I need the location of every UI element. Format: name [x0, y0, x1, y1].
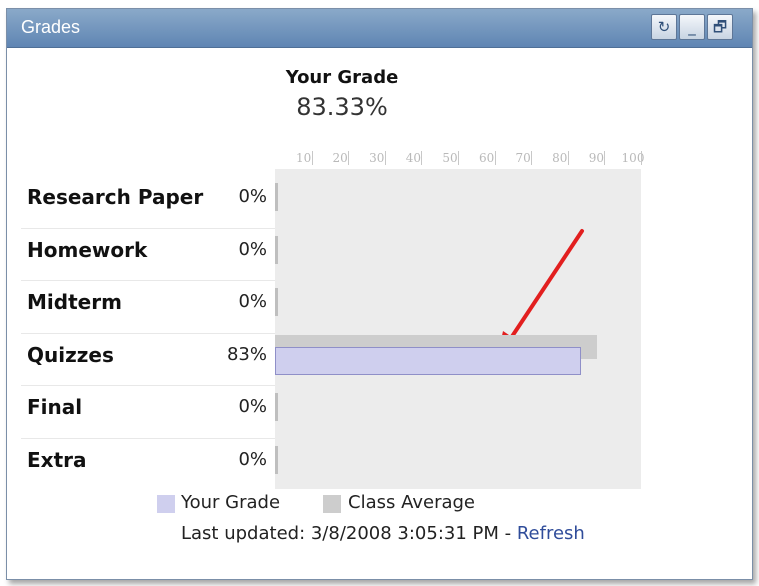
x-tick-mark — [531, 151, 533, 165]
x-tick-mark — [567, 151, 569, 165]
x-tick-mark — [641, 151, 642, 165]
bar-baseline — [275, 445, 278, 474]
row-separator — [21, 280, 275, 281]
x-tick-label: 60 — [478, 151, 495, 165]
category-percent: 0% — [238, 186, 267, 207]
x-tick-mark — [348, 151, 350, 165]
legend-label-class-average: Class Average — [348, 492, 475, 513]
x-tick-mark — [494, 151, 496, 165]
category-percent: 0% — [238, 396, 267, 417]
x-tick-label: 50 — [442, 151, 458, 165]
category-label: Final — [27, 395, 83, 419]
category-percent: 83% — [226, 343, 267, 365]
row-separator — [21, 227, 275, 229]
x-tick-mark — [421, 151, 423, 165]
legend-swatch-class-average — [323, 495, 341, 513]
x-tick-mark — [311, 151, 313, 165]
row-separator — [21, 437, 275, 439]
bar-your-grade — [275, 346, 581, 375]
category-label: Homework — [27, 237, 148, 262]
category-percent: 0% — [238, 291, 267, 312]
x-tick-label: 70 — [515, 151, 531, 165]
x-tick-mark — [604, 151, 606, 165]
legend-label-your-grade: Your Grade — [181, 492, 281, 513]
last-updated-text: Last updated: 3/8/2008 3:05:31 PM - — [181, 523, 517, 544]
category-percent: 0% — [238, 238, 267, 260]
bar-baseline — [275, 235, 278, 264]
x-tick-label: 10 — [295, 151, 312, 165]
red-arrow — [505, 229, 584, 346]
row-separator — [21, 332, 275, 334]
category-label: Quizzes — [27, 342, 114, 367]
category-label: Research Paper — [27, 185, 204, 209]
legend-swatch-your-grade — [157, 495, 175, 513]
category-label: Extra — [27, 447, 87, 472]
bar-baseline — [275, 393, 278, 421]
row-separator — [21, 385, 275, 386]
x-tick-mark — [384, 151, 386, 165]
grades-widget: Grades ↻ _ 🗗 Your Grade 83.33% Your Grad… — [6, 8, 753, 580]
bar-baseline — [275, 288, 278, 316]
x-tick-label: 90 — [588, 151, 605, 165]
refresh-link[interactable]: Refresh — [517, 523, 585, 544]
bar-baseline — [275, 183, 278, 211]
category-label: Midterm — [27, 290, 122, 314]
x-tick-label: 30 — [369, 151, 385, 165]
category-percent: 0% — [238, 448, 267, 470]
last-updated: Last updated: 3/8/2008 3:05:31 PM - Refr… — [181, 523, 585, 544]
x-tick-label: 20 — [332, 151, 348, 165]
x-tick-label: 80 — [552, 151, 568, 165]
x-tick-label: 40 — [405, 151, 422, 165]
x-tick-mark — [458, 151, 459, 165]
